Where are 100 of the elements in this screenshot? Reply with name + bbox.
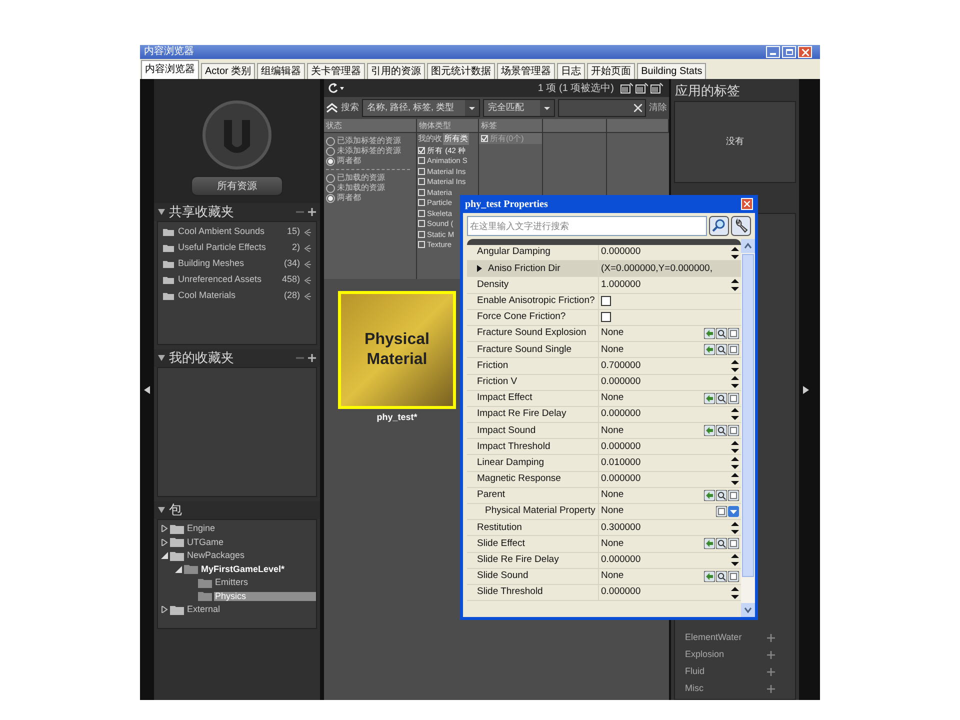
remove-icon[interactable] (304, 244, 311, 252)
add-icon[interactable] (767, 684, 775, 692)
collapse-up-icon[interactable] (326, 103, 338, 113)
use-selected-icon[interactable] (704, 328, 715, 340)
property-value[interactable]: None (601, 342, 704, 357)
add-icon[interactable] (308, 354, 316, 362)
clear-icon[interactable] (716, 506, 727, 518)
use-selected-icon[interactable] (704, 570, 715, 582)
property-value[interactable]: None (601, 536, 704, 552)
radio-option[interactable]: 未添加标签的资源 (326, 146, 416, 156)
add-icon[interactable] (767, 634, 775, 642)
search-field-dropdown[interactable]: 名称, 路径, 标签, 类型 (362, 99, 480, 117)
clear-icon[interactable] (728, 425, 739, 436)
radio-button[interactable] (326, 194, 335, 202)
property-value[interactable]: None (601, 504, 716, 519)
property-value[interactable]: 0.700000 (601, 358, 731, 374)
remove-icon[interactable] (304, 260, 311, 268)
search-icon[interactable] (709, 216, 729, 236)
remove-icon[interactable] (304, 228, 311, 236)
expanded-triangle-icon[interactable] (160, 552, 168, 560)
match-mode-dropdown[interactable]: 完全匹配 (483, 99, 555, 117)
radio-option[interactable]: 已添加标签的资源 (326, 136, 416, 146)
property-value[interactable]: 0.000000 (601, 245, 731, 260)
tree-item[interactable]: NewPackages (186, 551, 316, 560)
minimize-button[interactable] (766, 46, 780, 58)
add-icon[interactable] (767, 668, 775, 676)
search-field[interactable]: 在这里输入文字进行搜索 (467, 216, 707, 236)
tag-category[interactable]: Misc (685, 682, 767, 696)
use-selected-icon[interactable] (704, 425, 715, 436)
asset-thumbnail[interactable]: Physical Material (338, 291, 456, 409)
add-icon[interactable] (308, 208, 316, 216)
property-value[interactable]: 0.300000 (601, 520, 731, 535)
clear-icon[interactable] (728, 570, 739, 582)
use-selected-icon[interactable] (704, 392, 715, 404)
radio-button[interactable] (326, 174, 335, 182)
add-icon[interactable] (767, 650, 775, 658)
tag-category[interactable]: ElementWater (685, 630, 767, 644)
property-value[interactable]: 0.000000 (601, 374, 731, 390)
search-field[interactable] (558, 99, 646, 117)
radio-button[interactable] (326, 136, 335, 146)
collection-item[interactable]: Cool Ambient Sounds 15) (158, 224, 316, 240)
collapsed-triangle-icon[interactable] (160, 606, 168, 614)
tree-item[interactable]: External (186, 605, 316, 614)
scroll-up-icon[interactable] (741, 239, 755, 253)
clear-icon[interactable] (728, 328, 739, 340)
tree-item[interactable]: UTGame (186, 538, 316, 547)
settings-icon[interactable] (731, 216, 751, 236)
property-value[interactable]: 0.000000 (601, 585, 731, 600)
collapsed-triangle-icon[interactable] (160, 538, 168, 546)
use-selected-icon[interactable] (704, 490, 715, 501)
expand-triangle-icon[interactable] (477, 265, 482, 272)
radio-button[interactable] (326, 156, 335, 166)
checkbox[interactable] (601, 296, 611, 306)
collection-item[interactable]: Unreferenced Assets 458) (158, 272, 316, 288)
tab[interactable]: 组编辑器 (257, 63, 306, 79)
tab[interactable]: Building Stats (637, 63, 706, 79)
maximize-button[interactable] (782, 46, 796, 58)
search-icon[interactable] (716, 490, 727, 501)
collapse-left-icon[interactable] (144, 386, 150, 394)
property-value[interactable]: (X=0.000000,Y=0.000000, (601, 262, 739, 276)
expanded-triangle-icon[interactable] (174, 566, 182, 573)
clear-icon[interactable] (728, 538, 739, 550)
property-value[interactable]: None (601, 326, 704, 341)
scroll-down-icon[interactable] (741, 603, 755, 617)
tab[interactable]: 场景管理器 (497, 63, 556, 79)
tab[interactable]: 开始页面 (587, 63, 636, 79)
collection-item[interactable]: Cool Materials (28) (158, 288, 316, 304)
property-value[interactable]: 0.000000 (601, 553, 731, 568)
use-selected-icon[interactable] (704, 344, 715, 356)
dropdown-icon[interactable] (728, 506, 739, 518)
clear-icon[interactable] (728, 490, 739, 501)
close-button[interactable] (798, 46, 812, 58)
radio-option[interactable]: 两者都 (326, 156, 416, 166)
tag-category[interactable]: Explosion (685, 648, 767, 662)
search-icon[interactable] (716, 392, 727, 404)
radio-button[interactable] (326, 184, 335, 192)
property-value[interactable]: 0.000000 (601, 407, 731, 422)
tag-category[interactable]: Fluid (685, 664, 767, 678)
tree-item[interactable]: Emitters (214, 578, 316, 588)
tab[interactable]: 内容浏览器 (141, 60, 199, 79)
radio-option[interactable]: 未加载的资源 (326, 183, 410, 193)
filter-tab[interactable]: 所有类 (443, 133, 469, 145)
clear-icon[interactable] (728, 392, 739, 404)
remove-icon[interactable] (304, 292, 311, 300)
property-value[interactable]: None (601, 424, 704, 438)
property-value[interactable]: 0.010000 (601, 456, 731, 470)
tab[interactable]: 关卡管理器 (307, 63, 366, 79)
tab[interactable]: 引用的资源 (367, 63, 426, 79)
expand-right-icon[interactable] (803, 386, 809, 394)
search-icon[interactable] (716, 425, 727, 436)
clear-button[interactable]: 清除 (649, 101, 667, 115)
tab[interactable]: 日志 (557, 63, 586, 79)
property-value[interactable]: 0.000000 (601, 440, 731, 454)
radio-option[interactable]: 两者都 (326, 193, 410, 203)
close-button[interactable] (741, 198, 753, 210)
search-icon[interactable] (716, 570, 727, 582)
use-selected-icon[interactable] (704, 538, 715, 550)
tree-item[interactable]: Engine (186, 524, 316, 534)
all-assets-button[interactable]: 所有资源 (191, 176, 283, 196)
property-value[interactable]: None (601, 391, 704, 406)
